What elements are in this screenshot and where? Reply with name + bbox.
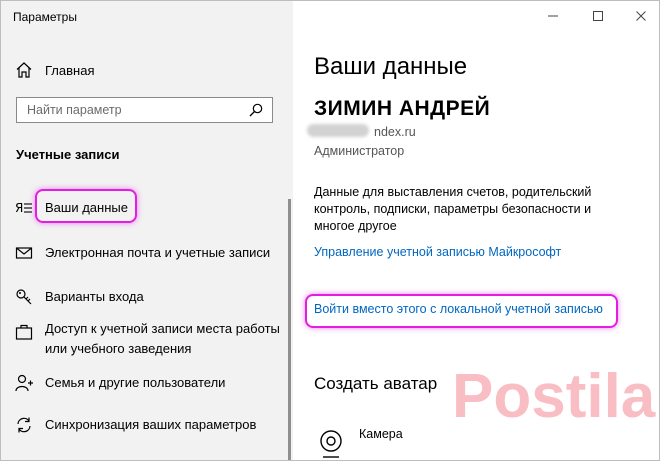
minimize-button[interactable] bbox=[538, 4, 568, 28]
mail-icon bbox=[15, 247, 33, 259]
close-icon bbox=[636, 11, 646, 21]
camera-icon[interactable] bbox=[318, 429, 344, 459]
sidebar-item-label: Варианты входа bbox=[45, 289, 144, 304]
user-name: ЗИМИН АНДРЕЙ bbox=[314, 97, 491, 120]
sidebar-item-label: Электронная почта и учетные записи bbox=[45, 245, 271, 260]
svg-text:Я: Я bbox=[15, 201, 23, 215]
sidebar-item-email-accounts[interactable]: Электронная почта и учетные записи bbox=[1, 242, 287, 264]
sidebar: Параметры Главная Найти параметр Учетные… bbox=[1, 1, 293, 460]
search-placeholder: Найти параметр bbox=[27, 103, 122, 117]
watermark: Postila bbox=[452, 362, 656, 431]
maximize-button[interactable] bbox=[583, 4, 613, 28]
search-icon[interactable] bbox=[249, 103, 263, 117]
manage-account-link[interactable]: Управление учетной записью Майкрософт bbox=[314, 245, 561, 259]
sidebar-item-label: Семья и другие пользователи bbox=[45, 375, 226, 390]
user-role: Администратор bbox=[314, 144, 405, 158]
close-button[interactable] bbox=[626, 4, 656, 28]
account-description: Данные для выставления счетов, родительс… bbox=[314, 185, 592, 233]
sidebar-scrollbar[interactable] bbox=[288, 199, 291, 460]
selection-highlight bbox=[35, 189, 137, 223]
user-email: ndex.ru bbox=[374, 125, 416, 139]
sync-icon bbox=[17, 417, 31, 433]
sidebar-item-sign-in-options[interactable]: Варианты входа bbox=[1, 286, 287, 308]
minimize-icon bbox=[548, 15, 558, 17]
sidebar-item-family-users[interactable]: Семья и другие пользователи bbox=[1, 372, 287, 394]
page-title: Ваши данные bbox=[314, 53, 468, 80]
nav-home-label: Главная bbox=[45, 62, 95, 78]
camera-label[interactable]: Камера bbox=[359, 427, 403, 441]
sidebar-item-label: Синхронизация ваших параметров bbox=[45, 417, 257, 432]
sidebar-item-work-access[interactable]: Доступ к учетной записи места работы или… bbox=[1, 319, 287, 361]
email-redaction bbox=[307, 124, 369, 137]
create-avatar-heading: Создать аватар bbox=[314, 374, 438, 393]
nav-home[interactable]: Главная bbox=[15, 59, 94, 81]
sidebar-item-sync[interactable]: Синхронизация ваших параметров bbox=[1, 414, 287, 436]
search-input[interactable]: Найти параметр bbox=[16, 97, 273, 123]
settings-window: Параметры Главная Найти параметр Учетные… bbox=[0, 0, 660, 461]
person-add-icon bbox=[15, 374, 33, 392]
person-card-icon: Я bbox=[15, 201, 32, 215]
home-icon bbox=[16, 62, 32, 78]
section-title: Учетные записи bbox=[16, 147, 120, 162]
key-icon bbox=[16, 289, 32, 305]
sidebar-item-label: Доступ к учетной записи места работы или… bbox=[45, 321, 280, 356]
briefcase-icon bbox=[15, 324, 33, 340]
window-title: Параметры bbox=[13, 10, 77, 24]
link-highlight bbox=[305, 294, 618, 328]
maximize-icon bbox=[593, 11, 603, 21]
